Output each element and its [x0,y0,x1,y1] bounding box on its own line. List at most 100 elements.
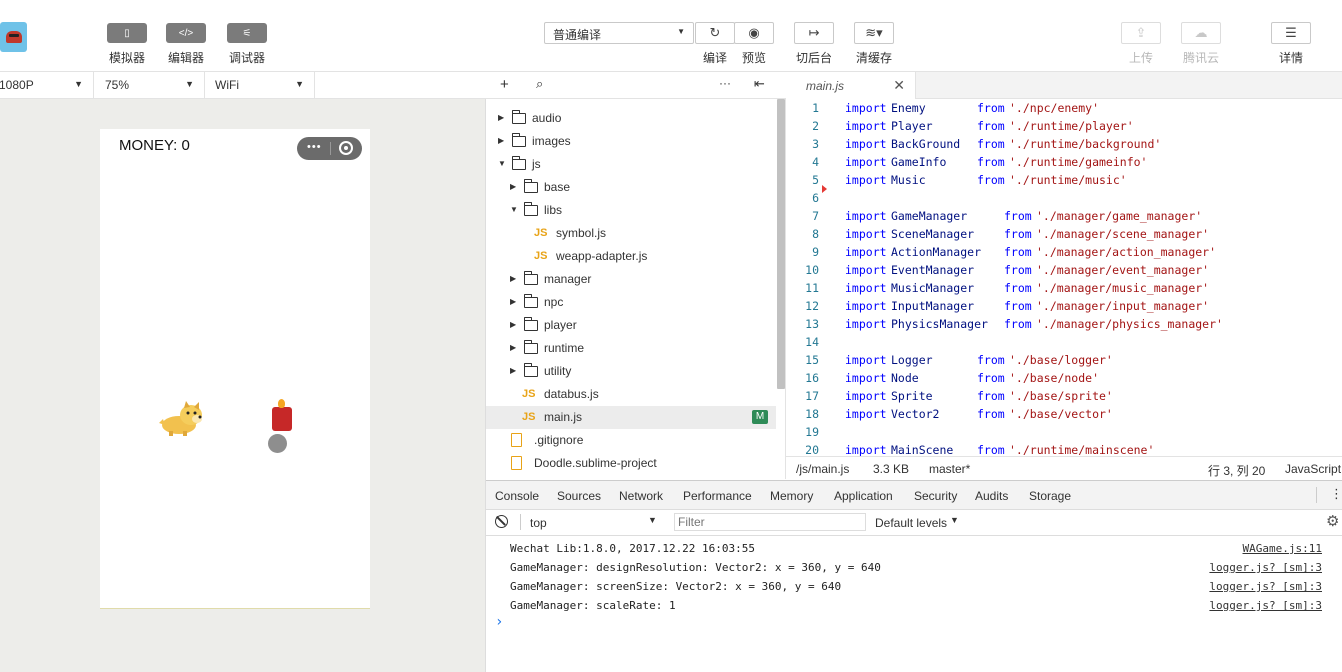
code-editor[interactable]: 1 import Enemy from './npc/enemy' 2 import Play… [786,99,1342,456]
more-icon[interactable]: ••• [307,141,322,153]
tab-memory[interactable]: Memory [770,489,813,503]
tencent-cloud-button[interactable]: ☁ 腾讯云 [1181,22,1221,66]
chevron-down-icon[interactable]: ▼ [510,205,518,214]
import-keyword: import [845,173,887,187]
upload-button[interactable]: ⇪ 上传 [1121,22,1161,66]
compile-mode-select[interactable]: 普通编译 ▼ [544,22,694,44]
chevron-right-icon[interactable]: ▶ [498,136,504,145]
chevron-right-icon[interactable]: ▶ [510,274,516,283]
zoom-select[interactable]: 75% ▼ [94,72,205,98]
chevron-right-icon[interactable]: ▶ [510,343,516,352]
device-select[interactable]: 1080P ▼ [0,72,94,98]
background-button[interactable]: ↦ 切后台 [794,22,834,66]
chevron-right-icon[interactable]: ▶ [510,297,516,306]
clear-cache-button[interactable]: ≋▾ 清缓存 [854,22,894,66]
chevron-down-icon[interactable]: ▼ [498,159,506,168]
file-tree-item[interactable]: JS weapp-adapter.js [486,245,776,268]
file-tree-item[interactable]: ▶ images [486,130,776,153]
add-icon[interactable]: + [500,76,509,93]
console-source-link[interactable]: WAGame.js:11 [1243,542,1322,555]
file-name: audio [532,111,562,125]
file-tree-item[interactable]: ▶ audio [486,107,776,130]
tab-console[interactable]: Console [485,489,549,512]
log-levels-select[interactable]: Default levels [875,516,947,530]
file-tree-item[interactable]: ▶ utility [486,360,776,383]
avatar[interactable] [0,22,27,52]
import-path-string: './base/sprite' [1009,389,1113,403]
file-name: libs [544,203,563,217]
clear-cache-label: 清缓存 [855,51,892,65]
file-tree-item[interactable]: ▼ libs [486,199,776,222]
context-select[interactable]: top [530,516,547,530]
status-git-branch[interactable]: master* [929,462,970,476]
console-filter-input[interactable] [674,513,866,531]
chevron-right-icon[interactable]: ▶ [498,113,504,122]
network-select[interactable]: WiFi ▼ [205,72,315,98]
chevron-right-icon[interactable]: ▶ [510,182,516,191]
tab-application[interactable]: Application [834,489,893,503]
tab-performance[interactable]: Performance [683,489,752,503]
import-identifier: PhysicsManager [891,317,988,331]
file-tree-item[interactable]: ▶ runtime [486,337,776,360]
settings-sliders-icon: ⚟ [227,23,267,43]
import-identifier: Music [891,173,926,187]
console-source-link[interactable]: logger.js? [sm]:3 [1209,599,1322,612]
file-tree-item[interactable]: ▼ js [486,153,776,176]
capsule-divider [330,142,331,155]
file-tree-item[interactable]: ▶ base [486,176,776,199]
from-keyword: from [1004,227,1032,241]
debugger-button[interactable]: ⚟ 调试器 [227,23,267,66]
dropdown-arrow-icon: ▼ [677,27,685,36]
chevron-down-icon[interactable]: ▼ [648,515,657,525]
js-file-icon: JS [522,411,536,423]
simulator-button[interactable]: ▯ 模拟器 [107,23,147,66]
tab-audits[interactable]: Audits [975,489,1008,503]
chevron-right-icon[interactable]: ▶ [510,366,516,375]
tab-security[interactable]: Security [914,489,957,503]
file-tree-item[interactable]: ▶ player [486,314,776,337]
editor-button[interactable]: </> 编辑器 [166,23,206,66]
status-cursor-position[interactable]: 行 3, 列 20 [1208,462,1265,479]
file-name: runtime [544,341,585,355]
clear-console-icon[interactable] [495,515,508,528]
gear-icon[interactable]: ⚙ [1326,512,1339,530]
import-path-string: './base/logger' [1009,353,1113,367]
file-tree-item[interactable]: ▶ npc [486,291,776,314]
chevron-right-icon[interactable]: ▶ [510,320,516,329]
tab-label: main.js [806,79,845,93]
details-button[interactable]: ☰ 详情 [1271,22,1311,66]
file-tree-item[interactable]: JS symbol.js [486,222,776,245]
folder-open-icon [512,156,526,170]
more-icon[interactable]: ··· [719,76,731,90]
console-source-link[interactable]: logger.js? [sm]:3 [1209,561,1322,574]
tab-main-js[interactable]: main.js ✕ [786,72,916,100]
file-icon [511,456,522,470]
code-line: 6 [786,189,1342,207]
line-number: 10 [805,263,819,277]
file-name: js [532,157,541,171]
collapse-panel-icon[interactable]: ⇤ [754,76,765,92]
console-message-text: GameManager: designResolution: Vector2: … [510,561,881,574]
tab-storage[interactable]: Storage [1029,489,1071,503]
line-number: 5 [812,173,819,187]
tab-network[interactable]: Network [619,489,663,503]
compile-button[interactable]: ↻ 编译 [695,22,735,66]
file-tree-item[interactable]: JS databus.js [486,383,776,406]
preview-button[interactable]: ◉ 预览 [734,22,774,66]
phone-screen[interactable]: MONEY: 0 ••• [100,129,370,609]
file-tree-item[interactable]: JS main.js M [486,406,776,429]
file-tree-item[interactable]: .gitignore [486,429,776,452]
file-tree-item[interactable]: Doodle.sublime-project [486,452,776,475]
close-icon[interactable]: ✕ [893,77,905,94]
console-source-link[interactable]: logger.js? [sm]:3 [1209,580,1322,593]
console-prompt[interactable]: › [495,614,503,630]
file-tree-item[interactable]: ▶ manager [486,268,776,291]
search-icon[interactable]: ⌕ [536,76,543,92]
close-circle-icon[interactable] [339,141,353,155]
tab-sources[interactable]: Sources [557,489,601,503]
kebab-menu-icon[interactable]: ⋮ [1330,486,1342,502]
chevron-down-icon[interactable]: ▼ [950,515,959,525]
status-language[interactable]: JavaScript [1285,462,1341,476]
mini-program-capsule[interactable]: ••• [297,137,362,160]
file-tree-scrollbar[interactable] [777,99,785,389]
